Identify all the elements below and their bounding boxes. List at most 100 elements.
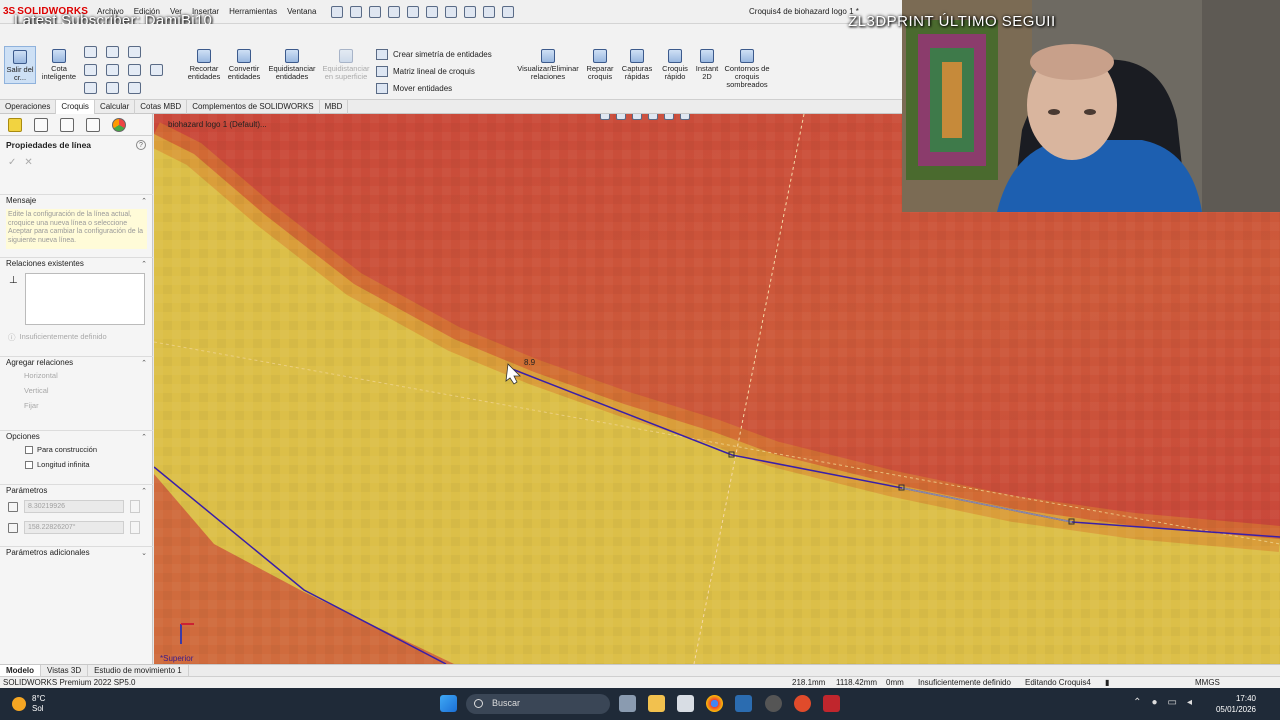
circle-tool-icon[interactable] [106,46,119,58]
linear-pattern-button[interactable]: Matriz lineal de croquis [376,66,475,77]
open-icon[interactable] [369,5,382,18]
network-icon[interactable]: ▭ [1168,697,1177,708]
print-icon[interactable] [407,5,420,18]
chevron-up-icon[interactable]: ⌃ [1133,697,1141,708]
rebuild-icon[interactable] [464,5,477,18]
length-input[interactable]: 8.30219926 [24,500,124,513]
tab-modelo[interactable]: Modelo [0,665,41,676]
new-document-icon[interactable] [350,5,363,18]
tab-vistas-3d[interactable]: Vistas 3D [41,665,89,676]
tab-estudio-movimiento[interactable]: Estudio de movimiento 1 [88,665,189,676]
view-orientation-icon[interactable] [664,114,674,120]
select-icon[interactable] [445,5,458,18]
clock-date: 05/01/2026 [1215,705,1256,714]
tab-cotas-mbd[interactable]: Cotas MBD [135,100,188,114]
volume-icon[interactable]: ◂ [1187,697,1192,708]
checkbox-box[interactable] [25,445,33,454]
section-header-mensaje[interactable]: Mensaje ⌃ [0,194,153,206]
file-properties-icon[interactable] [483,5,496,18]
section-header-opciones[interactable]: Opciones ⌃ [0,430,153,442]
rectangle-tool-icon[interactable] [84,64,97,76]
help-icon[interactable]: ? [136,140,146,150]
polygon-tool-icon[interactable] [106,82,119,94]
length-spinner[interactable] [130,500,140,513]
clock[interactable]: 17:40 05/01/2026 [1216,693,1256,715]
mirror-entities-button[interactable]: Crear simetría de entidades [376,49,492,60]
browser-icon[interactable] [794,695,811,712]
tab-operaciones[interactable]: Operaciones [0,100,57,114]
convert-entities-button[interactable]: Convertir entidades [224,49,264,81]
relation-fix[interactable]: Fijar [0,398,153,413]
solidworks-taskbar-icon[interactable] [823,695,840,712]
checkbox-box[interactable] [25,460,33,469]
move-entities-button[interactable]: Mover entidades [376,83,452,94]
zoom-fit-icon[interactable] [600,114,610,120]
section-header-relaciones[interactable]: Relaciones existentes ⌃ [0,257,153,269]
file-explorer-icon[interactable] [648,695,665,712]
display-relations-button[interactable]: Visualizar/Eliminar relaciones [516,49,580,81]
dimxpert-icon[interactable] [86,118,100,132]
save-icon[interactable] [388,5,401,18]
ellipse-tool-icon[interactable] [128,64,141,76]
section-adicionales: Parámetros adicionales ⌄ [0,546,153,558]
property-manager-icon[interactable] [34,118,48,132]
rebuild-status-icon[interactable]: ▮ [1105,678,1109,687]
display-style-icon[interactable] [680,114,690,120]
section-header-adicionales[interactable]: Parámetros adicionales ⌄ [0,546,153,558]
display-manager-icon[interactable] [112,118,126,132]
offset-on-surface-button[interactable]: Equidistanciar en superficie [320,49,372,81]
taskbar-search[interactable]: Buscar [466,694,610,714]
obs-icon[interactable] [765,695,782,712]
undo-icon[interactable] [426,5,439,18]
angle-input[interactable]: 158.22826207° [24,521,124,534]
offset-entities-button[interactable]: Equidistanciar entidades [264,49,320,81]
tab-complementos[interactable]: Complementos de SOLIDWORKS [187,100,320,114]
section-header-parametros[interactable]: Parámetros ⌃ [0,484,153,496]
exit-sketch-button[interactable]: Salir del cr... [4,46,36,84]
relation-vertical[interactable]: Vertical [0,383,153,398]
line-tool-icon[interactable] [84,46,97,58]
trim-entities-button[interactable]: Recortar entidades [182,49,226,81]
repair-sketch-button[interactable]: Reparar croquis [582,49,618,81]
app-icon[interactable] [735,695,752,712]
angle-spinner[interactable] [130,521,140,534]
store-icon[interactable] [677,695,694,712]
menu-ventana[interactable]: Ventana [282,7,321,16]
feature-tree-flyout[interactable]: biohazard logo 1 (Default)... [168,120,267,129]
instant-2d-button[interactable]: Instant 2D [692,49,722,81]
spline-tool-icon[interactable] [128,46,141,58]
construction-checkbox[interactable]: Para construcción [0,442,153,457]
configuration-manager-icon[interactable] [60,118,74,132]
unit-system[interactable]: MMGS [1195,678,1220,687]
slot-tool-icon[interactable] [84,82,97,94]
ok-icon[interactable]: ✓ [8,157,16,168]
section-view-icon[interactable] [648,114,658,120]
shaded-contours-button[interactable]: Contornos de croquis sombreados [724,49,770,89]
home-icon[interactable] [331,5,344,18]
previous-view-icon[interactable] [632,114,642,120]
feature-tree-icon[interactable] [8,118,22,132]
options-gear-icon[interactable] [502,5,515,18]
text-tool-icon[interactable] [150,64,163,76]
smart-dimension-button[interactable]: Cota inteligente [40,49,78,81]
section-header-agregar[interactable]: Agregar relaciones ⌃ [0,356,153,368]
chrome-icon[interactable] [706,695,723,712]
infinite-length-checkbox[interactable]: Longitud infinita [0,457,153,472]
cancel-icon[interactable]: ✕ [24,157,32,168]
weather-widget[interactable]: 8°C Sol [12,694,45,714]
tab-calcular[interactable]: Calcular [95,100,136,114]
quick-snaps-button[interactable]: Capturas rápidas [620,49,654,81]
trim-icon [197,49,211,63]
existing-relations-list[interactable] [25,273,145,325]
zoom-area-icon[interactable] [616,114,626,120]
start-icon[interactable] [440,695,457,712]
task-view-icon[interactable] [619,695,636,712]
rapid-sketch-button[interactable]: Croquis rápido [658,49,692,81]
fillet-tool-icon[interactable] [128,82,141,94]
microphone-icon[interactable]: ● [1151,697,1157,708]
tab-mbd[interactable]: MBD [320,100,349,114]
menu-herramientas[interactable]: Herramientas [224,7,282,16]
relation-horizontal[interactable]: Horizontal [0,368,153,383]
arc-tool-icon[interactable] [106,64,119,76]
tab-croquis[interactable]: Croquis [56,100,95,114]
